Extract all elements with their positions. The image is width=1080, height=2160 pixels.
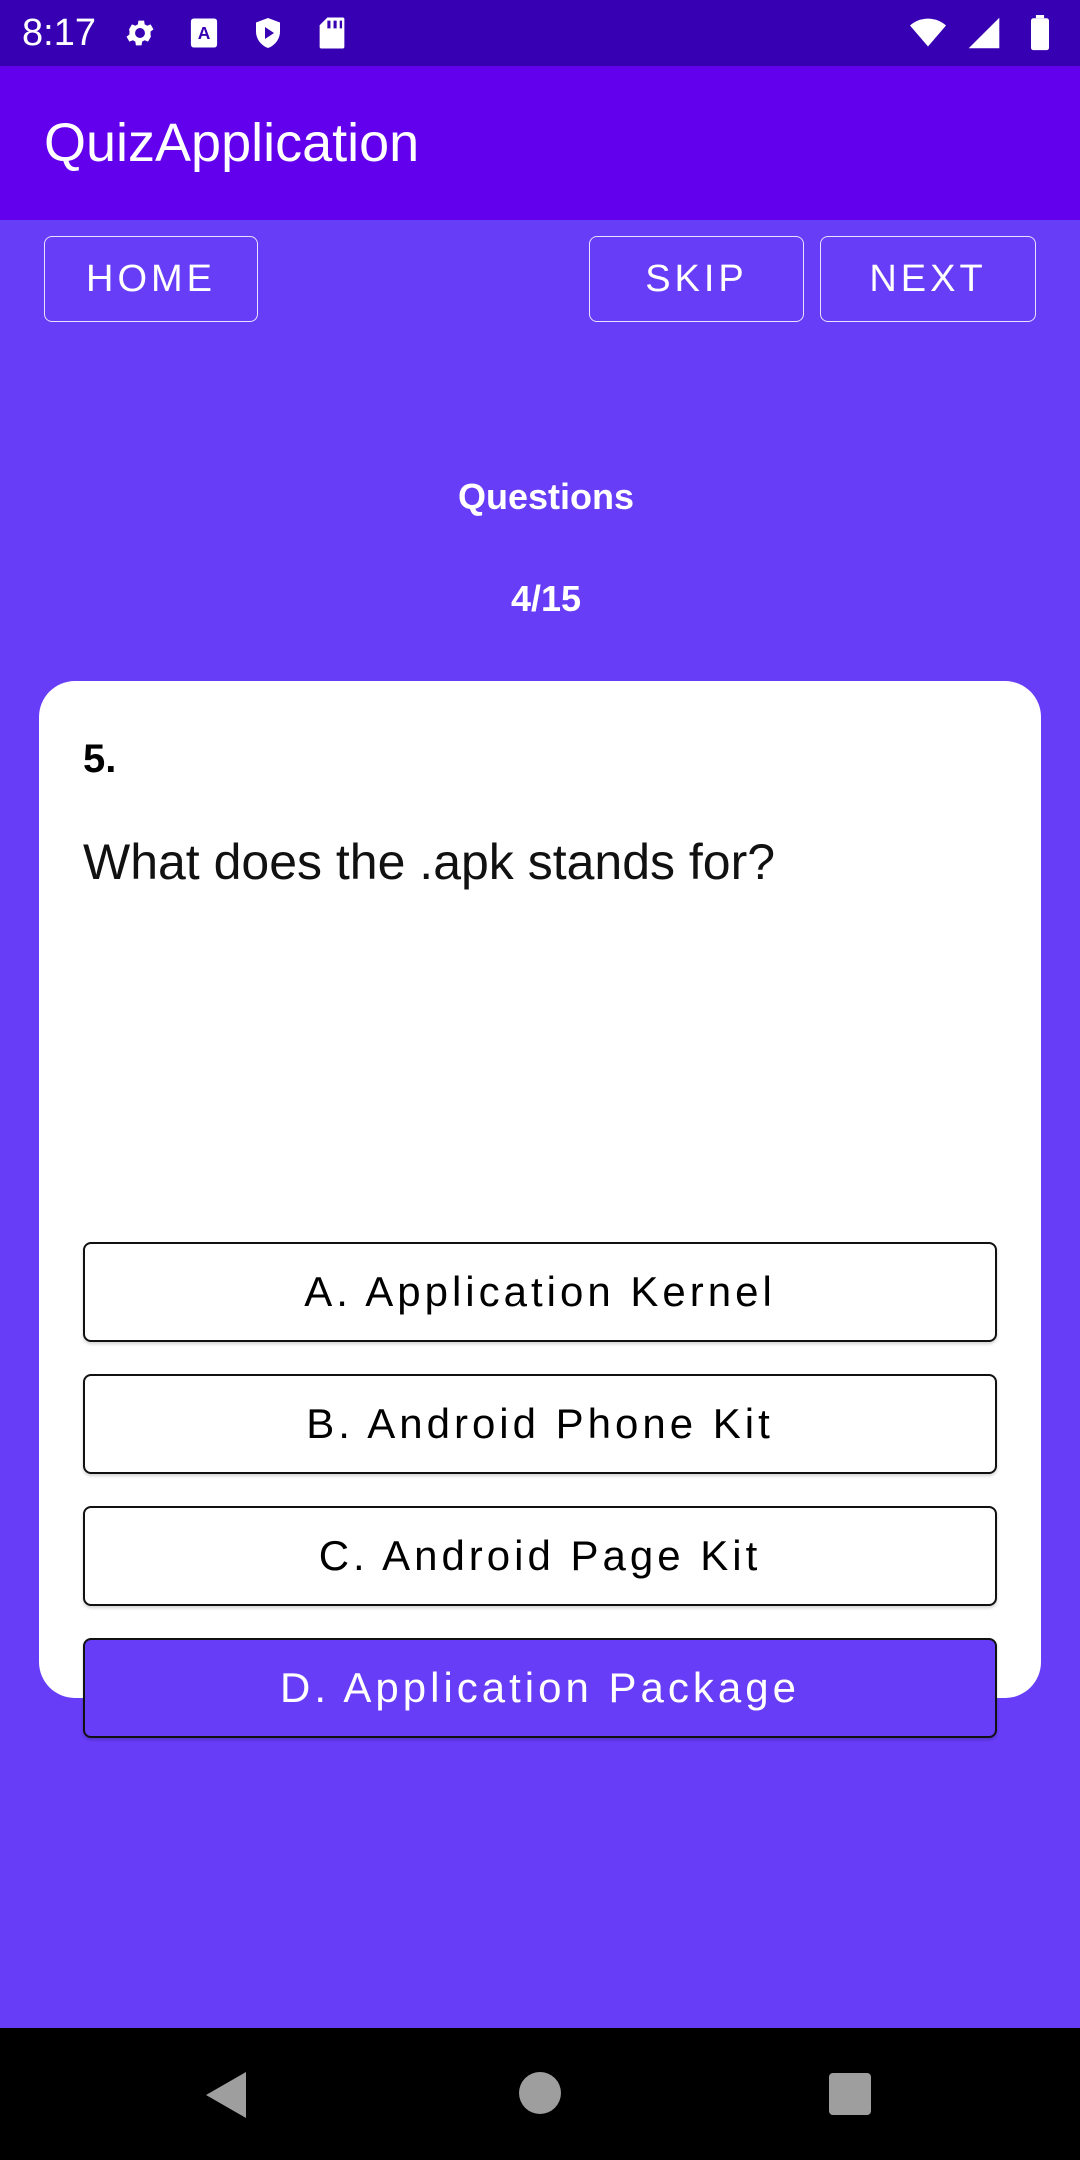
question-text: What does the .apk stands for?	[83, 834, 776, 890]
back-icon[interactable]	[206, 2072, 248, 2123]
option-a-button[interactable]: A. Application Kernel	[83, 1242, 997, 1342]
home-button[interactable]: HOME	[44, 236, 258, 322]
status-notification-icons: A	[122, 15, 350, 51]
gear-icon	[122, 15, 158, 51]
battery-icon	[1022, 15, 1058, 51]
option-b-button[interactable]: B. Android Phone Kit	[83, 1374, 997, 1474]
status-time: 8:17	[22, 11, 96, 54]
shield-play-icon	[250, 15, 286, 51]
skip-button[interactable]: SKIP	[589, 236, 804, 322]
app-bar: QuizApplication	[0, 66, 1080, 220]
question-number: 5.	[83, 737, 117, 781]
status-bar: 8:17 A	[0, 0, 1080, 66]
option-c-button[interactable]: C. Android Page Kit	[83, 1506, 997, 1606]
question-card: 5. What does the .apk stands for? A. App…	[39, 681, 1041, 1738]
wifi-icon	[910, 15, 946, 51]
next-button[interactable]: NEXT	[820, 236, 1036, 322]
home-circle-icon[interactable]	[519, 2072, 561, 2114]
system-nav-bar	[0, 2028, 1080, 2160]
status-system-icons	[910, 15, 1058, 51]
quiz-screen: HOME SKIP NEXT Questions 4/15 5. What do…	[0, 220, 1080, 1738]
option-d-button[interactable]: D. Application Package	[83, 1638, 997, 1738]
svg-text:A: A	[198, 23, 211, 43]
sd-card-icon	[314, 15, 350, 51]
question-progress-count: 4/15	[510, 578, 582, 619]
a-box-icon: A	[186, 15, 222, 51]
app-title: QuizApplication	[44, 113, 420, 173]
questions-label: Questions	[457, 476, 635, 517]
signal-icon	[966, 15, 1002, 51]
recents-square-icon[interactable]	[829, 2073, 871, 2115]
